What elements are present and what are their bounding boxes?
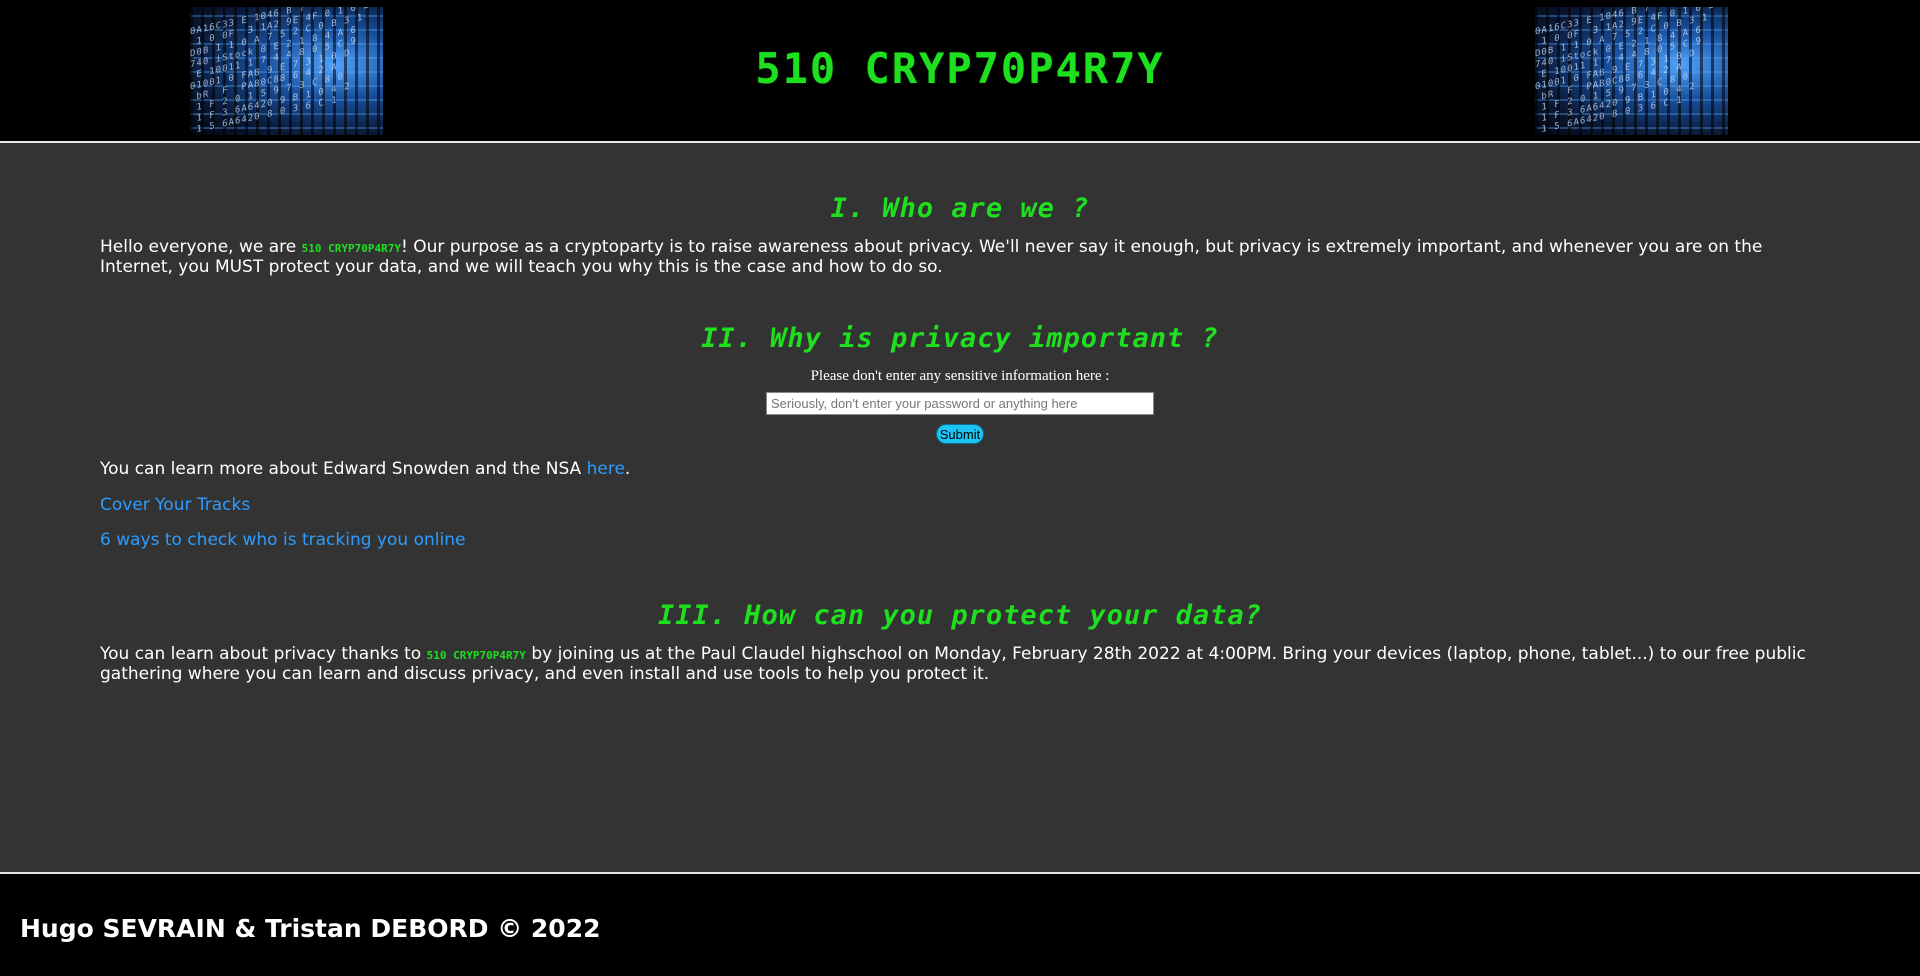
sensitive-info-form: Please don't enter any sensitive informa…: [100, 368, 1820, 444]
protect-text-start: You can learn about privacy thanks to: [100, 644, 427, 664]
sensitive-info-input[interactable]: [766, 392, 1154, 415]
link-row: Cover Your Tracks: [100, 495, 1820, 515]
matrix-code-banner-image: 0A16C33 E 1046 B 7 D0B 0 C 7B1 F1 1 0 0F…: [1535, 7, 1728, 135]
protect-paragraph: You can learn about privacy thanks to 51…: [100, 645, 1820, 684]
main-content: I. Who are we ? Hello everyone, we are 5…: [100, 143, 1820, 684]
section-heading-who-are-we: I. Who are we ?: [830, 193, 1090, 224]
intro-text-start: Hello everyone, we are: [100, 237, 302, 257]
snowden-here-link[interactable]: here: [587, 459, 625, 479]
snowden-paragraph: You can learn more about Edward Snowden …: [100, 460, 1820, 479]
section-heading-protect-data: III. How can you protect your data?: [658, 600, 1262, 631]
cover-your-tracks-link[interactable]: Cover Your Tracks: [100, 495, 250, 515]
form-label: Please don't enter any sensitive informa…: [810, 368, 1110, 384]
tracking-check-link[interactable]: 6 ways to check who is tracking you onli…: [100, 530, 465, 550]
intro-paragraph: Hello everyone, we are 510 CRYP70P4R7Y! …: [100, 238, 1820, 277]
submit-button[interactable]: Submit: [936, 424, 984, 444]
link-row: 6 ways to check who is tracking you onli…: [100, 530, 1820, 550]
inline-brand-name: 510 CRYP70P4R7Y: [426, 649, 526, 662]
inline-brand-name: 510 CRYP70P4R7Y: [301, 242, 401, 255]
snowden-text: You can learn more about Edward Snowden …: [100, 459, 587, 479]
section-heading-why-privacy: II. Why is privacy important ?: [701, 323, 1219, 354]
footer-credits: Hugo SEVRAIN & Tristan DEBORD © 2022: [20, 914, 601, 943]
site-header: 0A16C33 E 1046 B 7 D0B 0 C 7B1 F1 1 0 0F…: [0, 0, 1920, 143]
snowden-period: .: [624, 459, 631, 479]
site-footer: Hugo SEVRAIN & Tristan DEBORD © 2022: [0, 872, 1920, 976]
